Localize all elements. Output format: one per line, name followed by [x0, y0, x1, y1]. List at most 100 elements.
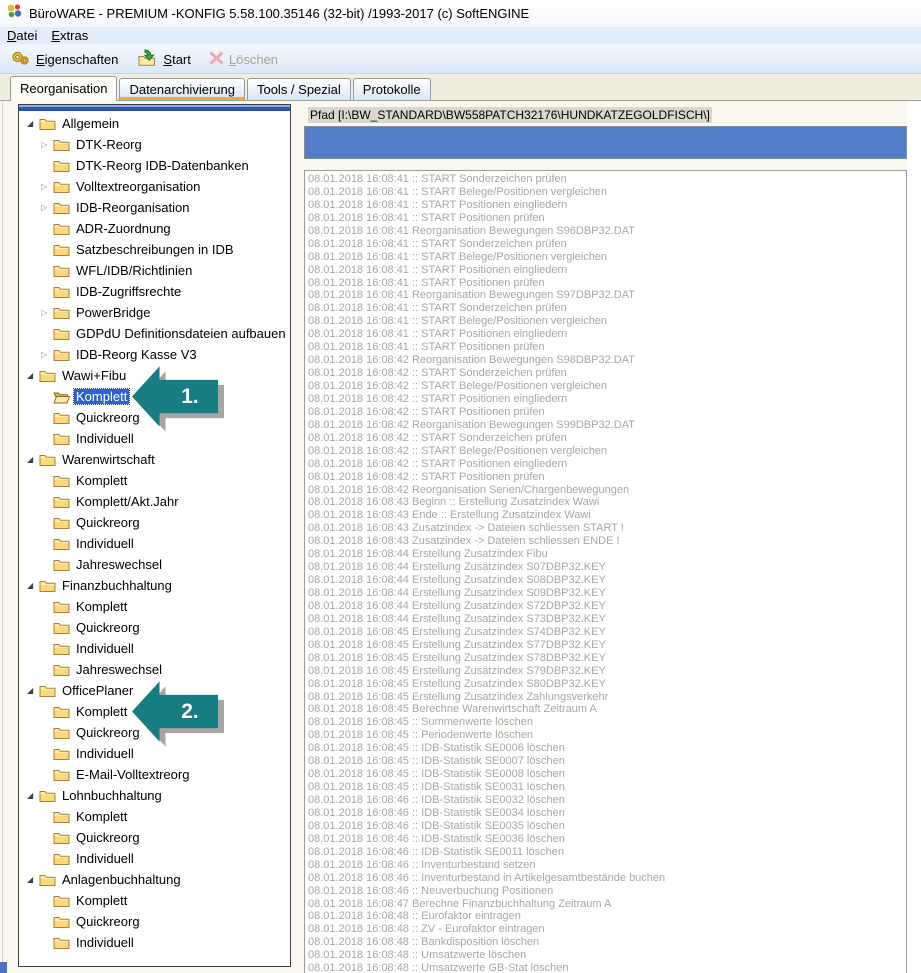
log-line: 08.01.2018 16:08:46 :: Inventurbestand i… — [308, 872, 906, 885]
tree-node-label: Quickreorg — [74, 410, 142, 425]
collapsed-triangle-icon[interactable]: ▷ — [41, 140, 53, 149]
tree-node-warenwirtschaft[interactable]: ◢ Warenwirtschaft — [19, 449, 290, 470]
tree-node-komplett[interactable]: Komplett1. — [19, 386, 290, 407]
tab-strip: ReorganisationDatenarchivierungTools / S… — [0, 74, 921, 101]
tree-node-label: Warenwirtschaft — [60, 452, 157, 467]
tree-node-jahreswechsel[interactable]: Jahreswechsel — [19, 659, 290, 680]
folder-icon — [39, 873, 56, 887]
tab-tools-spezial[interactable]: Tools / Spezial — [247, 78, 351, 100]
tree-node-komplett[interactable]: Komplett — [19, 806, 290, 827]
folder-icon — [53, 537, 70, 551]
tree-node-allgemein[interactable]: ◢ Allgemein — [19, 113, 290, 134]
eigenschaften-button[interactable]: Eigenschaften — [5, 47, 123, 71]
log-line: 08.01.2018 16:08:41 :: START Sonderzeich… — [308, 302, 906, 315]
gear-icon — [10, 50, 31, 69]
expanded-triangle-icon[interactable]: ◢ — [27, 371, 39, 380]
tab-datenarchivierung[interactable]: Datenarchivierung — [119, 78, 245, 100]
tree-node-quickreorg[interactable]: Quickreorg — [19, 407, 290, 428]
tree-node-lohnbuchhaltung[interactable]: ◢Lohnbuchhaltung — [19, 785, 290, 806]
expanded-triangle-icon[interactable]: ◢ — [27, 791, 39, 800]
folder-icon — [53, 180, 70, 194]
tab-reorganisation[interactable]: Reorganisation — [10, 76, 117, 101]
tree-node-label: Allgemein — [60, 116, 121, 131]
log-line: 08.01.2018 16:08:45 :: Summenwerte lösch… — [308, 716, 906, 729]
tree-node-adr-zuordnung[interactable]: ADR-Zuordnung — [19, 218, 290, 239]
folder-icon — [53, 243, 70, 257]
tree-node-idb-reorg-kasse-v3[interactable]: ▷IDB-Reorg Kasse V3 — [19, 344, 290, 365]
log-line: 08.01.2018 16:08:46 :: IDB-Statistik SE0… — [308, 807, 906, 820]
log-line: 08.01.2018 16:08:48 :: Umsatzwerte lösch… — [308, 949, 906, 962]
tree-node-quickreorg[interactable]: Quickreorg — [19, 722, 290, 743]
window-corner — [0, 962, 7, 973]
log-line: 08.01.2018 16:08:43 Zusatzindex -> Datei… — [308, 522, 906, 535]
menu-item-datei[interactable]: Datei — [0, 28, 44, 43]
tree-node-komplett[interactable]: Komplett — [19, 470, 290, 491]
tree-node-komplett[interactable]: Komplett — [19, 596, 290, 617]
folder-icon — [39, 789, 56, 803]
log-line: 08.01.2018 16:08:43 Ende :: Erstellung Z… — [308, 509, 906, 522]
path-row: Pfad [I:\BW_STANDARD\BW558PATCH32176\HUN… — [308, 108, 712, 124]
tree-node-label: Finanzbuchhaltung — [60, 578, 174, 593]
collapsed-triangle-icon[interactable]: ▷ — [41, 203, 53, 212]
log-line: 08.01.2018 16:08:42 :: START Positionen … — [308, 458, 906, 471]
löschen-button: Löschen — [204, 47, 283, 71]
expanded-triangle-icon[interactable]: ◢ — [27, 119, 39, 128]
tree-node-officeplaner[interactable]: ◢OfficePlaner — [19, 680, 290, 701]
folder-icon — [53, 915, 70, 929]
expanded-triangle-icon[interactable]: ◢ — [27, 875, 39, 884]
tree-node-e-mail-volltextreorg[interactable]: E-Mail-Volltextreorg — [19, 764, 290, 785]
app-icon — [6, 3, 23, 24]
tree-node-quickreorg[interactable]: Quickreorg — [19, 512, 290, 533]
tree-node-individuell[interactable]: Individuell — [19, 932, 290, 953]
start-button[interactable]: Start — [131, 47, 195, 71]
log-panel[interactable]: 08.01.2018 16:08:41 :: START Sonderzeich… — [304, 170, 907, 973]
tree-node-quickreorg[interactable]: Quickreorg — [19, 911, 290, 932]
tree-node-volltextreorganisation[interactable]: ▷Volltextreorganisation — [19, 176, 290, 197]
tree-node-label: DTK-Reorg IDB-Datenbanken — [74, 158, 251, 173]
tree-node-label: Quickreorg — [74, 725, 142, 740]
tree-node-individuell[interactable]: Individuell — [19, 428, 290, 449]
tree-node-label: IDB-Zugriffsrechte — [74, 284, 183, 299]
log-line: 08.01.2018 16:08:47 Berechne Finanzbuchh… — [308, 898, 906, 911]
tree-node-individuell[interactable]: Individuell — [19, 848, 290, 869]
folder-icon — [53, 558, 70, 572]
tree-node-dtk-reorg[interactable]: ▷DTK-Reorg — [19, 134, 290, 155]
folder-icon — [53, 306, 70, 320]
collapsed-triangle-icon[interactable]: ▷ — [41, 308, 53, 317]
tree-node-individuell[interactable]: Individuell — [19, 743, 290, 764]
folder-icon — [53, 348, 70, 362]
tree-node-dtk-reorg-idb-datenbanken[interactable]: DTK-Reorg IDB-Datenbanken — [19, 155, 290, 176]
tree-node-idb-zugriffsrechte[interactable]: IDB-Zugriffsrechte — [19, 281, 290, 302]
tree-node-powerbridge[interactable]: ▷PowerBridge — [19, 302, 290, 323]
start-folder-icon — [136, 49, 158, 69]
folder-icon — [53, 747, 70, 761]
log-line: 08.01.2018 16:08:46 :: Neuverbuchung Pos… — [308, 885, 906, 898]
tree-node-komplett-akt-jahr[interactable]: Komplett/Akt.Jahr — [19, 491, 290, 512]
tree-node-anlagenbuchhaltung[interactable]: ◢Anlagenbuchhaltung — [19, 869, 290, 890]
expanded-triangle-icon[interactable]: ◢ — [27, 581, 39, 590]
expanded-triangle-icon[interactable]: ◢ — [27, 455, 39, 464]
collapsed-triangle-icon[interactable]: ▷ — [41, 182, 53, 191]
folder-icon — [53, 432, 70, 446]
log-line: 08.01.2018 16:08:41 Reorganisation Beweg… — [308, 225, 906, 238]
tree-node-individuell[interactable]: Individuell — [19, 638, 290, 659]
tree-node-wawi-fibu[interactable]: ◢Wawi+Fibu — [19, 365, 290, 386]
tree-node-idb-reorganisation[interactable]: ▷IDB-Reorganisation — [19, 197, 290, 218]
tree-node-label: Quickreorg — [74, 620, 142, 635]
folder-icon — [53, 474, 70, 488]
menu-item-extras[interactable]: Extras — [44, 28, 95, 43]
tree-node-individuell[interactable]: Individuell — [19, 533, 290, 554]
tree-node-jahreswechsel[interactable]: Jahreswechsel — [19, 554, 290, 575]
tree-node-komplett[interactable]: Komplett2. — [19, 701, 290, 722]
collapsed-triangle-icon[interactable]: ▷ — [41, 350, 53, 359]
tree-node-quickreorg[interactable]: Quickreorg — [19, 827, 290, 848]
tree-node-finanzbuchhaltung[interactable]: ◢ Finanzbuchhaltung — [19, 575, 290, 596]
tree-node-gdpdu-definitionsdateien-aufbauen[interactable]: GDPdU Definitionsdateien aufbauen — [19, 323, 290, 344]
tree-node-komplett[interactable]: Komplett — [19, 890, 290, 911]
tree-node-quickreorg[interactable]: Quickreorg — [19, 617, 290, 638]
folder-icon — [53, 516, 70, 530]
tree-node-satzbeschreibungen-in-idb[interactable]: Satzbeschreibungen in IDB — [19, 239, 290, 260]
tree-node-wfl-idb-richtlinien[interactable]: WFL/IDB/Richtlinien — [19, 260, 290, 281]
tab-protokolle[interactable]: Protokolle — [353, 78, 431, 100]
expanded-triangle-icon[interactable]: ◢ — [27, 686, 39, 695]
